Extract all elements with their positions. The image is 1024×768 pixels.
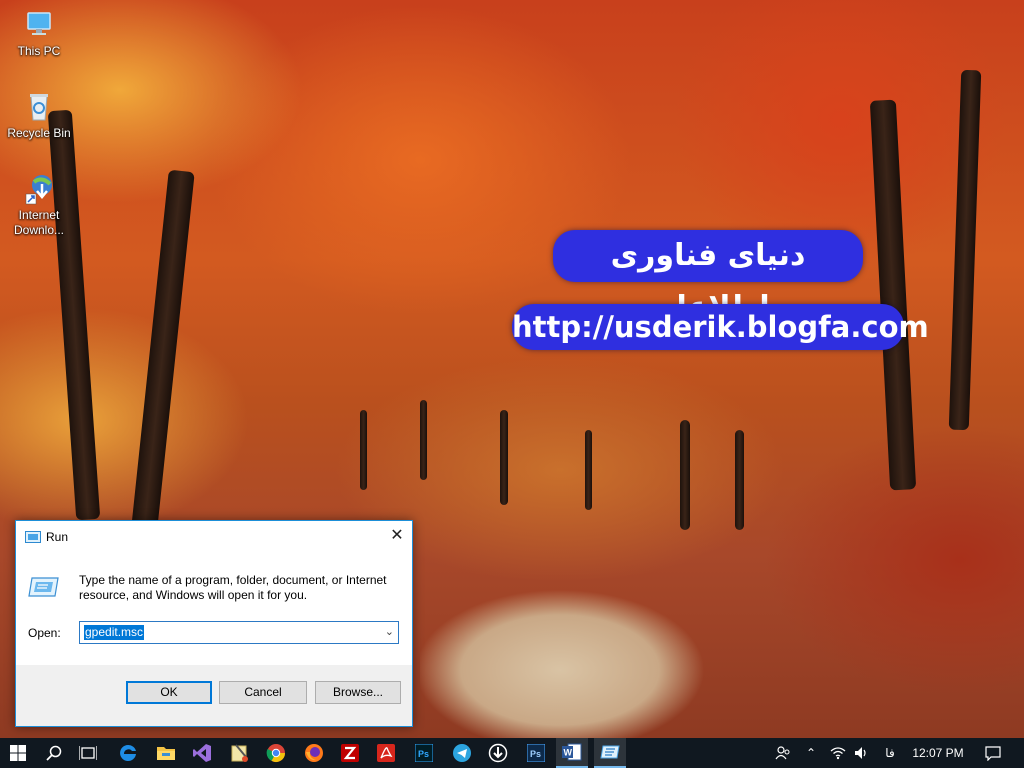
photoshop-alt-icon: Ps xyxy=(527,744,545,762)
this-pc-icon xyxy=(22,8,56,42)
close-icon: ✕ xyxy=(390,527,404,544)
run-program-icon xyxy=(28,576,60,598)
open-input-value[interactable]: gpedit.msc xyxy=(84,625,145,640)
tree-trunk xyxy=(869,99,917,491)
svg-text:Ps: Ps xyxy=(418,749,429,759)
telegram-icon xyxy=(453,744,471,762)
search-icon xyxy=(46,745,62,761)
windows-logo-icon xyxy=(10,745,26,761)
wifi-icon xyxy=(830,747,846,760)
search-button[interactable] xyxy=(38,738,70,768)
run-dialog: Run ✕ Type the name of a program, folder… xyxy=(15,520,413,727)
volume-button[interactable] xyxy=(852,738,872,768)
file-explorer-icon xyxy=(157,747,175,760)
taskbar-edge[interactable] xyxy=(112,738,144,768)
photoshop-icon: Ps xyxy=(415,744,433,762)
desktop-icon-label-line2: Downlo... xyxy=(13,223,65,237)
notification-icon xyxy=(985,746,1001,762)
svg-text:Ps: Ps xyxy=(530,749,541,759)
app-icon xyxy=(231,744,248,762)
close-button[interactable]: ✕ xyxy=(382,521,412,551)
taskbar-telegram[interactable] xyxy=(446,738,478,768)
taskbar: Ps Ps W ⌃ فا 12:07 PM xyxy=(0,738,1024,768)
run-dialog-title: Run xyxy=(46,530,69,544)
cancel-button[interactable]: Cancel xyxy=(219,681,307,704)
action-center-button[interactable] xyxy=(978,738,1008,768)
desktop-icon-recycle-bin[interactable]: Recycle Bin xyxy=(0,90,78,141)
desktop-icon-label-line1: Internet xyxy=(18,208,60,222)
filezilla-icon xyxy=(341,744,359,762)
edge-icon xyxy=(120,744,136,761)
run-icon xyxy=(600,745,620,759)
tree-trunk xyxy=(360,410,367,490)
taskbar-word[interactable]: W xyxy=(556,738,588,768)
taskbar-download-manager[interactable] xyxy=(482,738,514,768)
overlay-title-banner: دنیای فناوری اطلاعات xyxy=(553,230,863,325)
browse-button[interactable]: Browse... xyxy=(315,681,401,704)
task-view-button[interactable] xyxy=(72,738,104,768)
firefox-icon xyxy=(305,744,323,762)
run-dialog-footer: OK Cancel Browse... xyxy=(16,665,412,726)
desktop-icon-this-pc[interactable]: This PC xyxy=(0,8,78,59)
taskbar-filezilla[interactable] xyxy=(334,738,366,768)
open-combobox[interactable]: gpedit.msc ⌄ xyxy=(79,621,399,644)
taskbar-photoshop[interactable]: Ps xyxy=(408,738,440,768)
tree-trunk xyxy=(131,169,195,531)
taskbar-acrobat[interactable] xyxy=(370,738,402,768)
acrobat-icon xyxy=(377,744,395,762)
overlay-url-banner: http://usderik.blogfa.com xyxy=(512,304,929,350)
desktop-icon-label: This PC xyxy=(17,44,61,58)
taskbar-photoshop-alt[interactable]: Ps xyxy=(520,738,552,768)
show-hidden-icons-button[interactable]: ⌃ xyxy=(802,738,820,768)
run-title-icon xyxy=(25,531,41,543)
taskbar-chrome[interactable] xyxy=(260,738,292,768)
visual-studio-icon xyxy=(193,744,211,762)
run-dialog-titlebar[interactable]: Run ✕ xyxy=(16,521,412,553)
start-button[interactable] xyxy=(2,738,34,768)
taskbar-run[interactable] xyxy=(594,738,626,768)
taskbar-file-explorer[interactable] xyxy=(150,738,182,768)
taskbar-app[interactable] xyxy=(224,738,256,768)
internet-download-manager-icon xyxy=(22,172,56,206)
language-indicator[interactable]: فا xyxy=(878,738,902,768)
recycle-bin-icon xyxy=(22,90,56,124)
people-button[interactable] xyxy=(772,738,794,768)
chevron-down-icon[interactable]: ⌄ xyxy=(385,625,394,638)
tree-trunk xyxy=(948,69,982,431)
ok-button[interactable]: OK xyxy=(126,681,212,704)
open-label: Open: xyxy=(28,626,61,640)
taskbar-visual-studio[interactable] xyxy=(186,738,218,768)
task-view-icon xyxy=(79,746,97,760)
chevron-up-icon: ⌃ xyxy=(805,746,817,760)
people-icon xyxy=(775,746,790,760)
tree-trunk xyxy=(680,420,690,530)
tree-trunk xyxy=(420,400,427,480)
speaker-icon xyxy=(855,747,866,759)
tree-trunk xyxy=(735,430,744,530)
tree-trunk xyxy=(500,410,508,505)
network-button[interactable] xyxy=(828,738,848,768)
chrome-icon xyxy=(266,744,285,763)
tree-trunk xyxy=(585,430,592,510)
desktop-icon-label: Recycle Bin xyxy=(7,126,71,140)
desktop-icon-internet-download-manager[interactable]: Internet Downlo... xyxy=(0,172,78,238)
run-description: Type the name of a program, folder, docu… xyxy=(79,573,387,602)
taskbar-firefox[interactable] xyxy=(298,738,330,768)
download-manager-icon xyxy=(488,743,508,763)
svg-text:W: W xyxy=(564,748,573,758)
word-icon: W xyxy=(562,743,582,761)
forest-path xyxy=(420,540,780,738)
clock[interactable]: 12:07 PM xyxy=(906,738,970,768)
